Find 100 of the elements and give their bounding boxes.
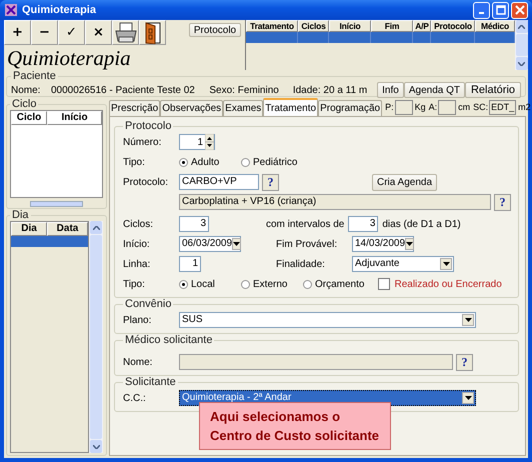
field-label: dias (de D1 a D1) — [382, 218, 461, 230]
toolbar-button[interactable] — [139, 20, 166, 45]
table-cell[interactable] — [246, 32, 298, 43]
toolbar-button[interactable]: + — [4, 20, 31, 45]
field-label: com intervalos de — [266, 218, 344, 230]
table-cell[interactable] — [329, 32, 371, 43]
table-cell[interactable] — [475, 32, 515, 43]
printer-icon — [114, 22, 138, 44]
column-header[interactable]: A/P — [413, 20, 431, 32]
name-label: Nome: — [11, 84, 42, 96]
column-header[interactable]: Data — [47, 222, 88, 236]
unit-label: cm — [458, 102, 470, 112]
group-legend: Dia — [10, 209, 31, 221]
tab[interactable]: Observações — [160, 100, 224, 116]
toolbar-button[interactable]: − — [31, 20, 58, 45]
group-legend: Convênio — [123, 298, 174, 310]
field-label: Início: — [123, 238, 151, 250]
column-header[interactable]: Início — [47, 111, 102, 125]
number-spinner[interactable]: 1 — [179, 134, 215, 150]
patient-button[interactable]: Relatório — [465, 82, 521, 98]
input-field[interactable]: 3 — [348, 216, 378, 232]
table-cell[interactable] — [431, 32, 475, 43]
scroll-bar[interactable] — [515, 20, 528, 70]
radio-option[interactable]: Local — [179, 278, 229, 290]
tab[interactable]: Prescrição — [109, 100, 160, 116]
field-label: Número: — [123, 136, 162, 148]
column-header[interactable]: Protocolo — [431, 20, 475, 32]
group-legend: Paciente — [11, 70, 58, 82]
input-field[interactable]: EDT_ — [489, 100, 516, 114]
patient-button[interactable]: Agenda QT — [404, 82, 465, 98]
window-title: Quimioterapia — [22, 4, 96, 16]
group-legend: Protocolo — [123, 120, 174, 132]
table-cell[interactable] — [371, 32, 413, 43]
table-cell[interactable] — [413, 32, 431, 43]
splitter-handle[interactable] — [30, 201, 83, 207]
radio-option[interactable]: Externo — [241, 278, 291, 290]
field-label: Tipo: — [123, 156, 146, 168]
field-label: Linha: — [123, 258, 152, 270]
group-legend: Solicitante — [123, 376, 178, 388]
field-label: Protocolo: — [123, 176, 170, 188]
input-field[interactable]: 3 — [179, 216, 209, 232]
field-label: Ciclos: — [123, 218, 154, 230]
radio-option[interactable]: Adulto — [179, 156, 229, 168]
field-label: Nome: — [123, 356, 154, 368]
measure-label: SC: — [473, 102, 488, 112]
tab[interactable]: Programação — [318, 100, 382, 116]
date-dropdown[interactable]: 14/03/2009 — [352, 236, 414, 252]
unit-label: Kg — [414, 102, 426, 112]
age-text: Idade: 20 a 11 m — [292, 84, 368, 96]
scroll-bar[interactable] — [89, 221, 103, 453]
create-schedule-button[interactable]: Cria Agenda — [372, 174, 438, 190]
toolbar-button[interactable]: ✓ — [58, 20, 85, 45]
input-field: Carboplatina + VP16 (criança) — [179, 194, 491, 210]
tab[interactable]: Tratamento — [263, 98, 318, 116]
purpose-dropdown[interactable]: Adjuvante — [352, 256, 454, 272]
close-button[interactable] — [511, 2, 528, 18]
radio-option[interactable]: Pediátrico — [241, 156, 298, 168]
toolbar-button[interactable]: × — [85, 20, 112, 45]
column-header[interactable]: Médico — [475, 20, 515, 32]
column-header[interactable]: Ciclo — [11, 111, 47, 125]
input-field[interactable]: 1 — [179, 256, 201, 272]
table-cell[interactable] — [298, 32, 329, 43]
door-icon — [142, 22, 162, 44]
field-label: Finalidade: — [276, 258, 326, 270]
checkbox[interactable]: Realizado ou Encerrado — [378, 278, 502, 290]
page-heading: Quimioterapia — [6, 46, 132, 70]
group-legend: Médico solicitante — [123, 334, 214, 346]
column-header[interactable]: Fim — [371, 20, 413, 32]
input-field[interactable] — [438, 100, 456, 114]
column-header[interactable]: Tratamento — [246, 20, 298, 32]
column-header[interactable]: Dia — [11, 222, 47, 236]
group-legend: Ciclo — [10, 98, 38, 110]
column-header[interactable]: Ciclos — [298, 20, 329, 32]
help-button[interactable]: ? — [456, 354, 473, 370]
field-label: Fim Provável: — [276, 238, 338, 250]
help-button[interactable]: ? — [494, 194, 511, 210]
input-field[interactable] — [394, 100, 413, 114]
patient-name: 0000026516 - Paciente Teste 02 — [51, 84, 195, 96]
sex-text: Sexo: Feminino — [209, 84, 279, 96]
app-icon — [4, 3, 18, 17]
field-label: Tipo: — [123, 278, 146, 290]
tab[interactable]: Exames — [223, 100, 264, 116]
date-dropdown[interactable]: 06/03/2009 — [179, 236, 241, 252]
measure-label: P: — [385, 102, 394, 112]
field-label: C.C.: — [123, 392, 147, 404]
radio-option[interactable]: Orçamento — [303, 278, 364, 290]
maximize-icon — [496, 5, 506, 15]
field-label: Plano: — [123, 314, 152, 326]
protocol-button[interactable]: Protocolo — [189, 23, 241, 37]
callout-note: Aqui selecionamos o Centro de Custo solicitante — [199, 402, 391, 450]
input-field[interactable]: CARBO+VP — [179, 174, 259, 190]
close-icon — [514, 5, 524, 15]
plan-dropdown[interactable]: SUS — [179, 312, 476, 328]
minimize-button[interactable] — [473, 2, 490, 18]
help-button[interactable]: ? — [262, 174, 279, 190]
column-header[interactable]: Início — [329, 20, 371, 32]
measure-label: A: — [428, 102, 438, 112]
maximize-button[interactable] — [492, 2, 509, 18]
patient-button[interactable]: Info — [377, 82, 404, 98]
toolbar-button[interactable] — [112, 20, 139, 45]
